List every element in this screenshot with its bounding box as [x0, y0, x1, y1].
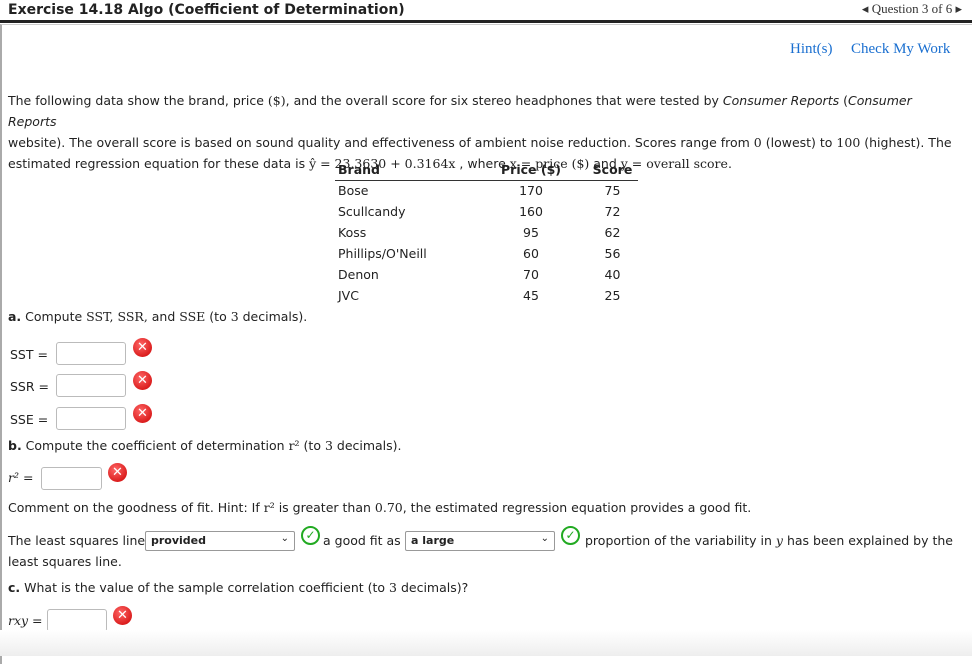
col-price: Price ($)	[475, 160, 587, 181]
data-table: Brand Price ($) Score Bose 170 75 Scullcan…	[335, 160, 638, 306]
hints-link[interactable]: Hint(s)	[790, 41, 833, 58]
part-c-prompt: c. What is the value of the sample corre…	[8, 580, 469, 595]
ssr-label: SSR =	[10, 379, 50, 394]
col-brand: Brand	[335, 160, 475, 181]
table-row: Denon 70 40	[338, 267, 621, 282]
table-row: Koss 95 62	[338, 225, 621, 240]
bottom-fade	[0, 630, 972, 656]
table-row: Phillips/O'Neill 60 56	[338, 246, 621, 261]
check-circle-icon: ✓	[301, 526, 320, 545]
goodness-hint: Comment on the goodness of fit. Hint: If…	[8, 500, 752, 515]
sentence-text: The least squares line	[8, 533, 146, 548]
table-row: Bose 170 75	[338, 183, 621, 199]
x-circle-icon: ✕	[108, 463, 127, 482]
sse-input[interactable]	[56, 407, 126, 430]
r2-label: r² =	[8, 470, 34, 485]
col-score: Score	[587, 160, 638, 181]
sst-label: SST =	[10, 347, 48, 362]
sentence-text: a good fit as	[323, 533, 401, 548]
chevron-down-icon: ⌄	[280, 533, 289, 544]
proportion-dropdown[interactable]: a large ⌄	[405, 531, 555, 551]
prev-question-icon[interactable]: ◂	[862, 1, 872, 16]
sst-input[interactable]	[56, 342, 126, 365]
check-circle-icon: ✓	[561, 526, 580, 545]
x-circle-icon: ✕	[133, 338, 152, 357]
part-a-prompt: a. Compute SST, SSR, and SSE (to 3 decim…	[8, 309, 308, 324]
header-bar: Exercise 14.18 Algo (Coefficient of Dete…	[0, 0, 972, 23]
sentence-text: proportion of the variability in y has b…	[585, 533, 953, 548]
rxy-label: rxy =	[8, 613, 43, 628]
ssr-input[interactable]	[56, 374, 126, 397]
fit-dropdown[interactable]: provided ⌄	[145, 531, 295, 551]
part-b-prompt: b. Compute the coefficient of determinat…	[8, 438, 402, 453]
exercise-title: Exercise 14.18 Algo (Coefficient of Dete…	[8, 2, 405, 18]
chevron-down-icon: ⌄	[540, 533, 549, 544]
rxy-input[interactable]	[47, 609, 107, 632]
check-my-work-link[interactable]: Check My Work	[851, 41, 950, 58]
sentence-text: least squares line.	[8, 554, 122, 569]
next-question-icon[interactable]: ▸	[952, 1, 962, 16]
r2-input[interactable]	[41, 467, 102, 490]
x-circle-icon: ✕	[133, 371, 152, 390]
question-counter: Question 3 of 6	[871, 1, 953, 16]
table-row: JVC 45 25	[338, 288, 621, 303]
table-header: Brand Price ($) Score	[335, 160, 638, 181]
x-circle-icon: ✕	[113, 606, 132, 625]
x-circle-icon: ✕	[133, 404, 152, 423]
question-nav[interactable]: ◂ Question 3 of 6 ▸	[862, 1, 962, 17]
sse-label: SSE =	[10, 412, 49, 427]
table-row: Scullcandy 160 72	[338, 204, 621, 219]
